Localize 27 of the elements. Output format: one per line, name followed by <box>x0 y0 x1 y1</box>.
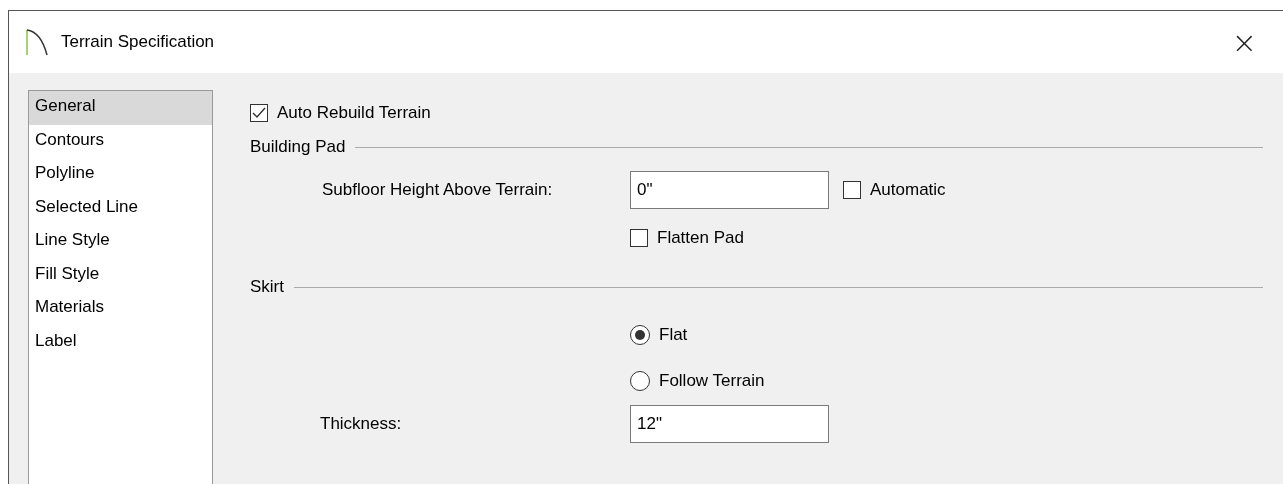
radio-label: Follow Terrain <box>659 371 765 391</box>
checkbox-label: Automatic <box>870 180 946 200</box>
category-item[interactable]: Fill Style <box>29 258 212 292</box>
category-item[interactable]: Materials <box>29 292 212 326</box>
category-item[interactable]: Selected Line <box>29 191 212 225</box>
radio-label: Flat <box>659 325 688 345</box>
input-field[interactable]: 12" <box>630 405 829 443</box>
arc-icon <box>25 28 49 56</box>
radio-button[interactable] <box>630 325 650 345</box>
category-item[interactable]: Line Style <box>29 225 212 259</box>
checkbox[interactable] <box>843 181 861 199</box>
checkbox[interactable] <box>250 104 268 122</box>
category-item[interactable]: Label <box>29 325 212 359</box>
checkbox[interactable] <box>630 229 648 247</box>
field-label: Thickness: <box>320 414 403 434</box>
category-item[interactable]: Polyline <box>29 158 212 192</box>
field-label: Subfloor Height Above Terrain: <box>322 180 554 200</box>
category-item[interactable]: Contours <box>29 124 212 158</box>
input-field[interactable]: 0" <box>630 171 829 209</box>
category-item[interactable]: General <box>29 91 212 125</box>
section-heading: Building Pad <box>250 137 346 157</box>
window-title: Terrain Specification <box>61 32 215 52</box>
radio-button[interactable] <box>630 371 650 391</box>
checkbox-label: Flatten Pad <box>657 228 744 248</box>
section-heading: Skirt <box>250 277 284 297</box>
close-button[interactable]: × <box>1225 24 1263 60</box>
checkbox-label: Auto Rebuild Terrain <box>277 103 431 123</box>
